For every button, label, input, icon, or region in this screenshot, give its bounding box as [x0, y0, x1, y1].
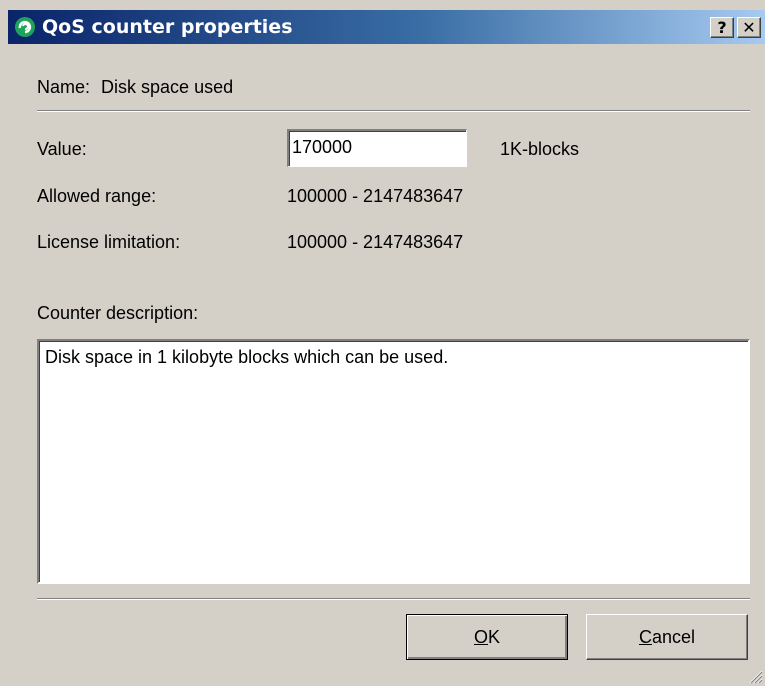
value-label: Value: — [37, 139, 87, 159]
name-label: Name: — [37, 77, 91, 97]
resize-grip-icon[interactable] — [747, 668, 763, 684]
cancel-mnemonic: C — [638, 627, 652, 647]
license-limitation-label: License limitation: — [37, 232, 181, 252]
window-title: QoS counter properties — [42, 16, 293, 38]
value-input[interactable]: 170000 — [287, 129, 467, 167]
value-unit: 1K-blocks — [500, 139, 580, 159]
close-icon: ✕ — [742, 18, 756, 37]
counter-description-label: Counter description: — [37, 303, 199, 323]
ok-label-rest: K — [488, 627, 501, 647]
close-button[interactable]: ✕ — [737, 17, 761, 38]
separator-bottom — [37, 598, 750, 600]
ok-mnemonic: O — [473, 627, 488, 647]
cancel-button[interactable]: Cancel — [586, 614, 748, 660]
title-bar[interactable]: QoS counter properties ? ✕ — [0, 0, 765, 44]
license-limitation-value: 100000 - 2147483647 — [287, 232, 464, 252]
name-value: Disk space used — [101, 77, 234, 97]
counter-description-textarea[interactable]: Disk space in 1 kilobyte blocks which ca… — [37, 339, 750, 584]
cancel-label-rest: ancel — [651, 627, 696, 647]
help-button[interactable]: ? — [710, 17, 734, 38]
qos-counter-properties-dialog: QoS counter properties ? ✕ Name: Disk sp… — [0, 0, 765, 686]
allowed-range-value: 100000 - 2147483647 — [287, 186, 464, 206]
separator-top — [37, 110, 750, 112]
name-row: Name: Disk space used — [37, 77, 233, 98]
app-logo-icon — [15, 17, 35, 37]
ok-button[interactable]: OK — [406, 614, 568, 660]
allowed-range-label: Allowed range: — [37, 186, 157, 206]
